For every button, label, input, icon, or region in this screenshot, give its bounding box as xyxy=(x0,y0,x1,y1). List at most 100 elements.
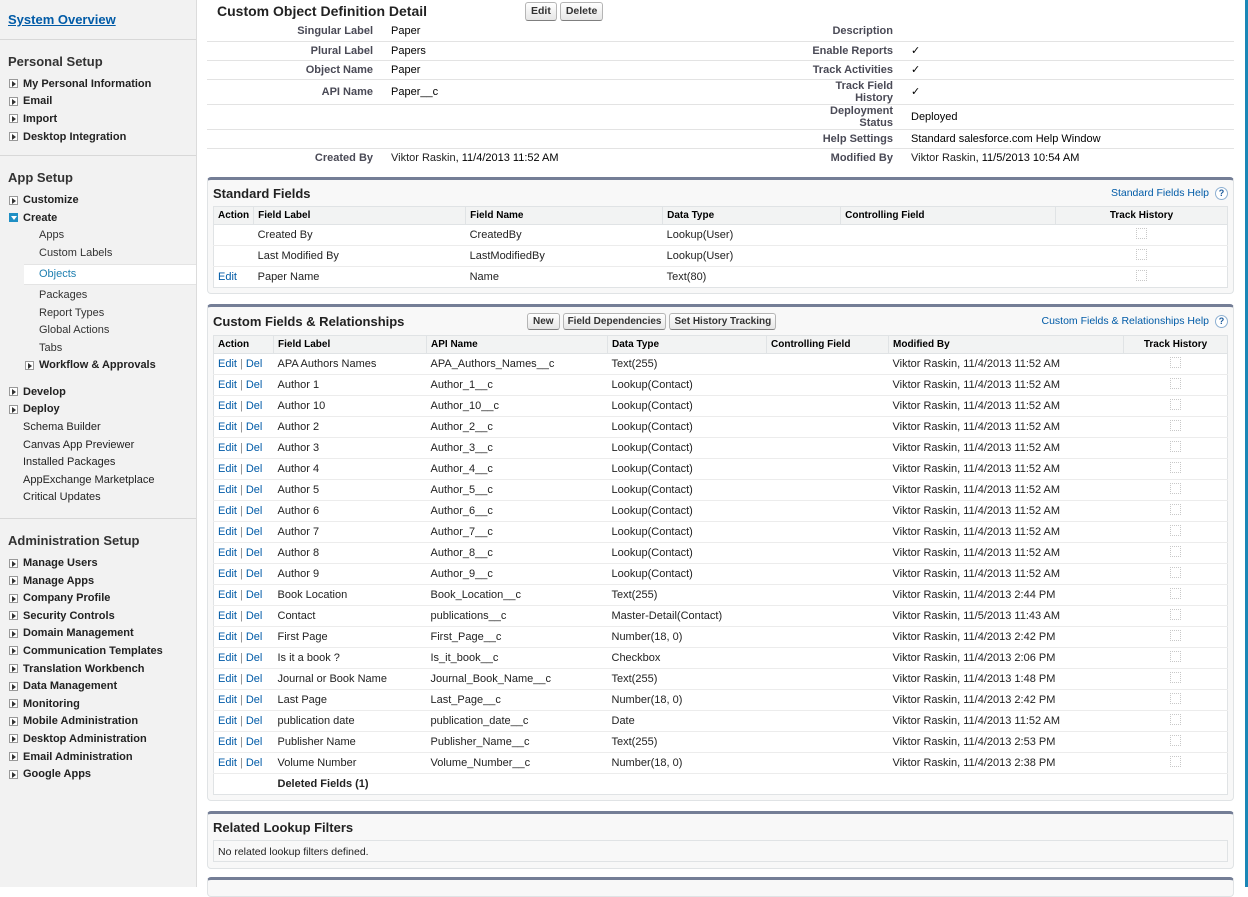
set-history-tracking-button[interactable]: Set History Tracking xyxy=(669,313,777,330)
expand-icon[interactable] xyxy=(9,664,18,674)
modified-by-user-link[interactable]: Viktor Raskin xyxy=(893,610,958,622)
delete-button[interactable]: Delete xyxy=(559,1,604,21)
del-link[interactable]: Del xyxy=(246,505,263,517)
field-label-link[interactable]: APA Authors Names xyxy=(278,358,377,370)
sidebar-item-import[interactable]: Import xyxy=(0,110,196,128)
sidebar-item-customize[interactable]: Customize xyxy=(0,191,196,209)
edit-link[interactable]: Edit xyxy=(218,715,237,727)
sidebar-item-security-controls[interactable]: Security Controls xyxy=(0,607,196,625)
del-link[interactable]: Del xyxy=(246,589,263,601)
modified-by-user-link[interactable]: Viktor Raskin xyxy=(893,568,958,580)
del-link[interactable]: Del xyxy=(246,715,263,727)
modified-by-user-link[interactable]: Viktor Raskin xyxy=(893,694,958,706)
edit-link[interactable]: Edit xyxy=(218,526,237,538)
deleted-fields-link[interactable]: Deleted Fields (1) xyxy=(278,778,369,790)
modified-by-user-link[interactable]: Viktor Raskin xyxy=(893,526,958,538)
sidebar-item-mobile-administration[interactable]: Mobile Administration xyxy=(0,713,196,731)
modified-by-user-link[interactable]: Viktor Raskin xyxy=(893,358,958,370)
edit-link[interactable]: Edit xyxy=(218,736,237,748)
modified-by-user-link[interactable]: Viktor Raskin xyxy=(893,505,958,517)
new-field-button[interactable]: New xyxy=(527,313,560,330)
expand-icon[interactable] xyxy=(9,114,18,124)
del-link[interactable]: Del xyxy=(246,463,263,475)
field-label-link[interactable]: Is it a book ? xyxy=(278,652,340,664)
expand-icon[interactable] xyxy=(9,593,18,603)
del-link[interactable]: Del xyxy=(246,484,263,496)
field-label-link[interactable]: Publisher Name xyxy=(278,736,356,748)
sidebar-item-objects[interactable]: Objects xyxy=(24,263,196,285)
sidebar-item-develop[interactable]: Develop xyxy=(0,383,196,401)
modified-by-user-link[interactable]: Viktor Raskin xyxy=(893,715,958,727)
modified-by-user-link[interactable]: Viktor Raskin xyxy=(893,673,958,685)
edit-link[interactable]: Edit xyxy=(218,610,237,622)
sidebar-item-desktop-administration[interactable]: Desktop Administration xyxy=(0,730,196,748)
field-label-link[interactable]: Author 7 xyxy=(278,526,320,538)
expand-icon[interactable] xyxy=(9,558,18,568)
sidebar-item-translation-workbench[interactable]: Translation Workbench xyxy=(0,660,196,678)
sidebar-item-communication-templates[interactable]: Communication Templates xyxy=(0,642,196,660)
edit-link[interactable]: Edit xyxy=(218,547,237,559)
sidebar-item-domain-management[interactable]: Domain Management xyxy=(0,625,196,643)
field-label-link[interactable]: Author 6 xyxy=(278,505,320,517)
modified-by-user-link[interactable]: Viktor Raskin xyxy=(893,379,958,391)
sidebar-item-manage-apps[interactable]: Manage Apps xyxy=(0,572,196,590)
modified-by-user-link[interactable]: Viktor Raskin xyxy=(893,757,958,769)
help-icon[interactable]: ? xyxy=(1215,314,1228,328)
del-link[interactable]: Del xyxy=(246,673,263,685)
sidebar-item-apps[interactable]: Apps xyxy=(0,227,196,245)
expand-icon[interactable] xyxy=(9,699,18,709)
field-label-link[interactable]: Paper Name xyxy=(258,271,320,283)
field-label-link[interactable]: Author 8 xyxy=(278,547,320,559)
modified-by-user-link[interactable]: Viktor Raskin xyxy=(911,152,976,164)
del-link[interactable]: Del xyxy=(246,379,263,391)
sidebar-item-deploy[interactable]: Deploy xyxy=(0,401,196,419)
expand-icon[interactable] xyxy=(9,404,18,414)
edit-link[interactable]: Edit xyxy=(218,463,237,475)
field-label-link[interactable]: Last Page xyxy=(278,694,328,706)
standard-fields-help-link[interactable]: Standard Fields Help? xyxy=(1111,186,1228,200)
sidebar-item-canvas-app-previewer[interactable]: Canvas App Previewer xyxy=(0,436,196,454)
modified-by-user-link[interactable]: Viktor Raskin xyxy=(893,400,958,412)
field-label-link[interactable]: Last Modified By xyxy=(258,250,339,262)
help-icon[interactable]: ? xyxy=(1215,186,1228,200)
del-link[interactable]: Del xyxy=(246,526,263,538)
del-link[interactable]: Del xyxy=(246,694,263,706)
del-link[interactable]: Del xyxy=(246,757,263,769)
field-label-link[interactable]: Contact xyxy=(278,610,316,622)
sidebar-item-monitoring[interactable]: Monitoring xyxy=(0,695,196,713)
edit-link[interactable]: Edit xyxy=(218,673,237,685)
edit-link[interactable]: Edit xyxy=(218,400,237,412)
expand-icon[interactable] xyxy=(9,576,18,586)
del-link[interactable]: Del xyxy=(246,442,263,454)
sidebar-item-email[interactable]: Email xyxy=(0,93,196,111)
expand-icon[interactable] xyxy=(9,716,18,726)
expand-icon[interactable] xyxy=(25,360,34,370)
edit-link[interactable]: Edit xyxy=(218,589,237,601)
sidebar-item-manage-users[interactable]: Manage Users xyxy=(0,554,196,572)
sidebar-item-appexchange-marketplace[interactable]: AppExchange Marketplace xyxy=(0,471,196,489)
edit-link[interactable]: Edit xyxy=(218,568,237,580)
field-label-link[interactable]: Author 4 xyxy=(278,463,320,475)
modified-by-user-link[interactable]: Viktor Raskin xyxy=(893,547,958,559)
expand-icon[interactable] xyxy=(9,646,18,656)
edit-link[interactable]: Edit xyxy=(218,757,237,769)
modified-by-user-link[interactable]: Viktor Raskin xyxy=(893,484,958,496)
del-link[interactable]: Del xyxy=(246,421,263,433)
field-label-link[interactable]: Author 10 xyxy=(278,400,326,412)
sidebar-item-report-types[interactable]: Report Types xyxy=(0,304,196,322)
expand-icon[interactable] xyxy=(9,628,18,638)
sidebar-item-tabs[interactable]: Tabs xyxy=(0,339,196,357)
del-link[interactable]: Del xyxy=(246,568,263,580)
created-by-user-link[interactable]: Viktor Raskin xyxy=(391,152,456,164)
edit-link[interactable]: Edit xyxy=(213,266,254,288)
del-link[interactable]: Del xyxy=(246,736,263,748)
field-label-link[interactable]: Author 2 xyxy=(278,421,320,433)
edit-link[interactable]: Edit xyxy=(218,358,237,370)
sidebar-item-email-administration[interactable]: Email Administration xyxy=(0,748,196,766)
del-link[interactable]: Del xyxy=(246,610,263,622)
modified-by-user-link[interactable]: Viktor Raskin xyxy=(893,652,958,664)
sidebar-item-critical-updates[interactable]: Critical Updates xyxy=(0,489,196,507)
modified-by-user-link[interactable]: Viktor Raskin xyxy=(893,631,958,643)
expand-icon[interactable] xyxy=(9,387,18,397)
edit-link[interactable]: Edit xyxy=(218,505,237,517)
